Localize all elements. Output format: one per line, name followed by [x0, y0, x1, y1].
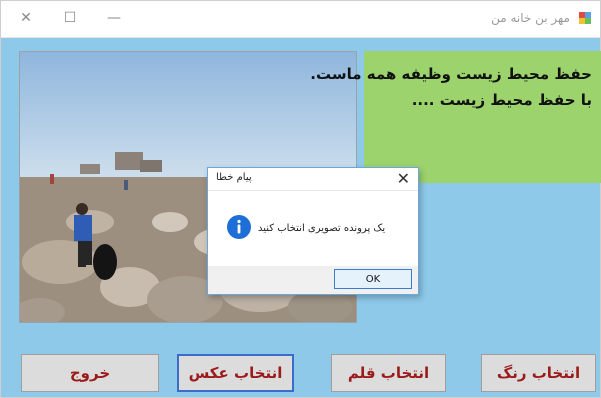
error-dialog: پیام خطا ✕ یک پرونده تصویری انتخاب کنید …	[207, 167, 419, 295]
message-panel: حفظ محیط زیست وظیفه همه ماست. با حفظ محی…	[310, 51, 601, 183]
choose-color-button[interactable]: انتخاب رنگ	[481, 354, 596, 392]
exit-button[interactable]: خروج	[21, 354, 159, 392]
window-maximize-button[interactable]: ☐	[59, 7, 81, 29]
dialog-ok-button[interactable]: OK	[334, 269, 412, 289]
dialog-message: یک پرونده تصویری انتخاب کنید	[258, 223, 386, 234]
window-close-button[interactable]: ✕	[15, 7, 37, 29]
message-line-2: با حفظ محیط زیست ....	[411, 91, 592, 109]
message-line-1: حفظ محیط زیست وظیفه همه ماست.	[310, 65, 592, 83]
app-icon	[579, 12, 591, 24]
dialog-close-button[interactable]: ✕	[397, 169, 410, 188]
info-icon	[227, 215, 251, 239]
dialog-footer: OK	[208, 266, 418, 294]
choose-image-button[interactable]: انتخاب عکس	[177, 354, 294, 392]
dialog-title-bar: پیام خطا ✕	[208, 168, 418, 191]
window-minimize-button[interactable]: —	[103, 7, 125, 29]
window-title: مهر بن خانه من	[491, 11, 570, 25]
title-bar: ✕ ☐ — مهر بن خانه من	[1, 1, 600, 38]
dialog-title: پیام خطا	[216, 172, 252, 183]
choose-pen-button[interactable]: انتخاب قلم	[331, 354, 446, 392]
app-window: ✕ ☐ — مهر بن خانه من حفظ محیط زیست وظیفه…	[0, 0, 601, 398]
window-controls: ✕ ☐ —	[15, 7, 125, 29]
